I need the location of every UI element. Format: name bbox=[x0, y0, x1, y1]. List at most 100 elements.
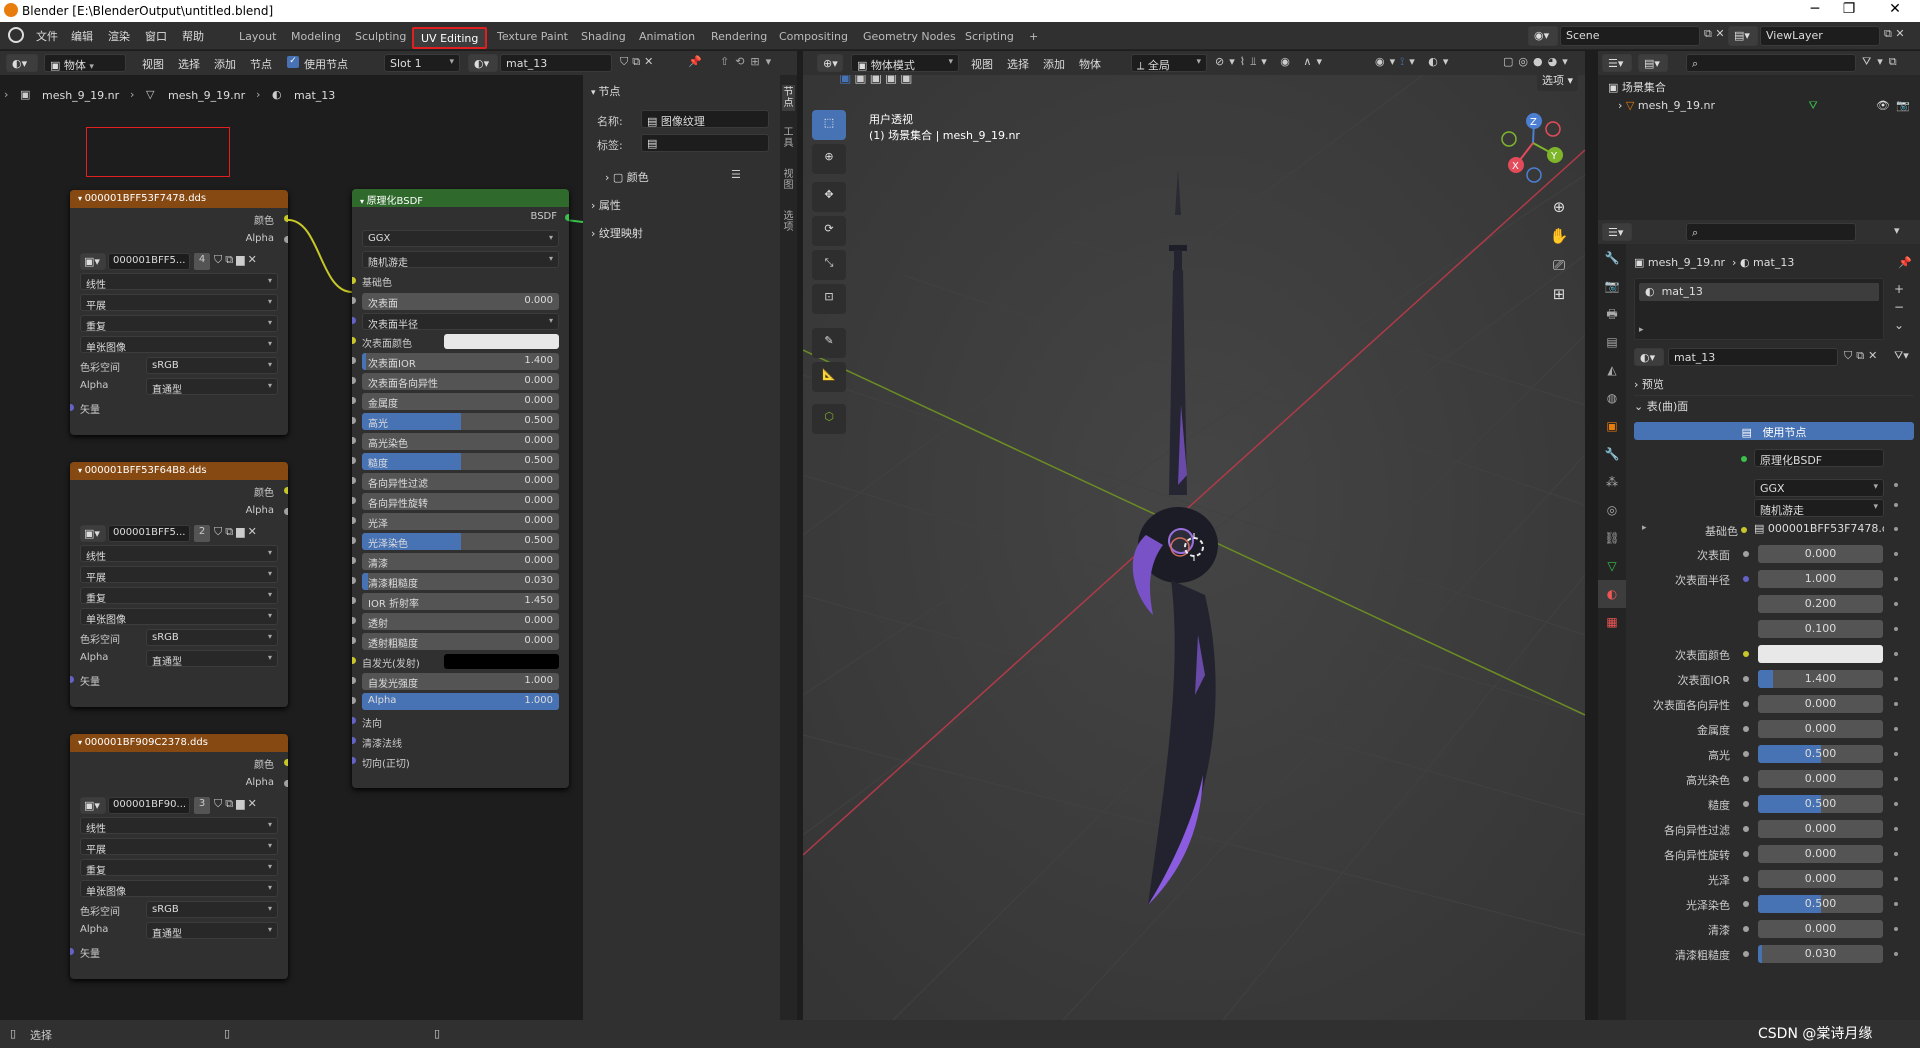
image-node-header[interactable]: ▾ 000001BF909C2378.dds bbox=[70, 734, 288, 752]
workspace-tab-10[interactable]: Scripting bbox=[958, 27, 1021, 49]
bsdf-input-socket[interactable] bbox=[352, 357, 356, 364]
select-box-tool-icon[interactable]: ⬚ bbox=[812, 110, 846, 140]
material-name-field[interactable]: mat_13 bbox=[500, 54, 612, 72]
image-cs-dropdown[interactable]: sRGB ▾ bbox=[146, 629, 278, 646]
workspace-tab-7[interactable]: Rendering bbox=[704, 27, 774, 49]
prop-value-field[interactable]: 0.100 bbox=[1758, 620, 1883, 638]
bsdf-field-13[interactable]: 清漆 0.000 bbox=[362, 553, 559, 570]
image-browse-icon[interactable]: ▣▾ bbox=[80, 797, 106, 814]
prop-value-field[interactable]: 0.200 bbox=[1758, 595, 1883, 613]
workspace-tab-0[interactable]: Layout bbox=[232, 27, 283, 49]
bsdf-input-socket[interactable] bbox=[352, 597, 356, 604]
prop-socket-dot[interactable] bbox=[1743, 651, 1749, 657]
menu-item-3[interactable]: 窗口 bbox=[145, 28, 167, 44]
prop-color-swatch[interactable] bbox=[1758, 645, 1883, 663]
surface-shader-field[interactable]: 原理化BSDF bbox=[1754, 449, 1884, 467]
bsdf-output-socket[interactable] bbox=[565, 214, 569, 221]
image-name-field[interactable]: 000001BF90... bbox=[108, 797, 190, 814]
node-panel-title[interactable]: 节点 bbox=[598, 85, 620, 98]
overlays-icon[interactable]: ◉▾⟟▾ ◐▾ bbox=[1375, 55, 1453, 69]
color-presets-icon[interactable]: ☰ bbox=[731, 168, 741, 181]
viewport-menu-2[interactable]: 添加 bbox=[1043, 56, 1065, 72]
outliner-search-input[interactable]: ⌕ bbox=[1686, 54, 1856, 72]
bsdf-field-10[interactable]: 各向异性旋转 0.000 bbox=[362, 493, 559, 510]
render-tab-icon[interactable]: 📷 bbox=[1598, 272, 1626, 300]
bsdf-color-swatch[interactable] bbox=[444, 334, 559, 349]
new-scene-icon[interactable]: ⧉ ✕ bbox=[1704, 27, 1725, 41]
viewport-scene[interactable]: Z Y X bbox=[803, 75, 1585, 1020]
bsdf-input-socket[interactable] bbox=[352, 337, 356, 344]
add-cube-tool-icon[interactable]: ⬡ bbox=[812, 404, 846, 434]
ortho-grid-icon[interactable]: ⊞ bbox=[1549, 280, 1569, 309]
bsdf-field-17[interactable]: 透射粗糙度 0.000 bbox=[362, 633, 559, 650]
workspace-tab-11[interactable]: + bbox=[1022, 27, 1045, 49]
node-label-field[interactable]: ▤ bbox=[641, 134, 769, 152]
workspace-tab-9[interactable]: Geometry Nodes bbox=[856, 27, 963, 49]
bsdf-field-19[interactable]: 自发光强度 1.000 bbox=[362, 673, 559, 690]
bsdf-field-4[interactable]: 次表面各向异性 0.000 bbox=[362, 373, 559, 390]
workspace-tab-8[interactable]: Compositing bbox=[772, 27, 855, 49]
vector-input-socket[interactable] bbox=[70, 948, 74, 955]
image-proj-dropdown[interactable]: 平展 ▾ bbox=[80, 838, 278, 856]
prop-value-field[interactable]: 0.000 bbox=[1758, 820, 1883, 838]
image-interp-dropdown[interactable]: 线性 ▾ bbox=[80, 817, 278, 835]
color-section[interactable]: › ▢ 颜色 bbox=[605, 169, 649, 185]
image-alpha-dropdown[interactable]: 直通型 ▾ bbox=[146, 378, 278, 396]
bsdf-input-socket[interactable] bbox=[352, 517, 356, 524]
tab-options[interactable]: 选项 bbox=[782, 211, 795, 233]
prop-socket-dot[interactable] bbox=[1743, 801, 1749, 807]
tab-tool[interactable]: 工具 bbox=[782, 127, 795, 149]
material-browse-icon[interactable]: ◐▾ bbox=[468, 54, 498, 72]
node-menu-2[interactable]: 添加 bbox=[214, 56, 236, 72]
bsdf-vector-socket[interactable] bbox=[352, 717, 356, 724]
bsdf-field-7[interactable]: 高光染色 0.000 bbox=[362, 433, 559, 450]
transform-orientation-dropdown[interactable]: ⟂ 全局 ▾ bbox=[1131, 54, 1207, 72]
color-output-socket[interactable] bbox=[284, 487, 288, 494]
image-actions-icon[interactable]: ⛉⧉▆✕ bbox=[214, 525, 260, 539]
bsdf-input-socket[interactable] bbox=[352, 577, 356, 584]
close-icon[interactable]: ✕ bbox=[1880, 1, 1910, 17]
viewport-menu-3[interactable]: 物体 bbox=[1079, 56, 1101, 72]
outliner-filter-icon[interactable]: ⛛▾⧉ bbox=[1862, 55, 1903, 69]
parent-node-tree-icon[interactable]: ⇧⟲⊞▾ bbox=[720, 55, 777, 68]
properties-section[interactable]: › 属性 bbox=[591, 197, 621, 213]
alpha-output-socket[interactable] bbox=[284, 780, 288, 787]
props-material-actions-icon[interactable]: ⛉⧉✕ bbox=[1844, 349, 1881, 363]
viewlayer-selector-icon[interactable]: ▤▾ bbox=[1728, 26, 1758, 46]
image-texture-node[interactable]: ▾ 000001BF909C2378.dds 颜色 Alpha ▣▾ 000001BF9… bbox=[70, 734, 288, 979]
bsdf-input-socket[interactable] bbox=[352, 397, 356, 404]
bsdf-field-12[interactable]: 光泽染色 0.500 bbox=[362, 533, 559, 550]
props-base-color-texture[interactable]: ▤ 000001BFF53F7478.d... bbox=[1754, 522, 1884, 535]
annotate-tool-icon[interactable]: ✎ bbox=[812, 328, 846, 358]
tab-node[interactable]: 节点 bbox=[782, 85, 795, 111]
viewport-menu-1[interactable]: 选择 bbox=[1007, 56, 1029, 72]
bsdf-input-socket[interactable] bbox=[352, 417, 356, 424]
editor-type-icon[interactable]: ◐▾ bbox=[6, 54, 38, 72]
image-cs-dropdown[interactable]: sRGB ▾ bbox=[146, 901, 278, 918]
prop-value-field[interactable]: 0.500 bbox=[1758, 795, 1883, 813]
bsdf-field-9[interactable]: 各向异性过滤 0.000 bbox=[362, 473, 559, 490]
object-mode-select[interactable]: ▣ 物体模式 ▾ bbox=[851, 54, 959, 72]
prop-value-field[interactable]: 0.500 bbox=[1758, 745, 1883, 763]
prop-socket-dot[interactable] bbox=[1743, 826, 1749, 832]
prop-value-field[interactable]: 0.000 bbox=[1758, 845, 1883, 863]
world-tab-icon[interactable]: ◍ bbox=[1598, 384, 1626, 412]
image-src-dropdown[interactable]: 单张图像 ▾ bbox=[80, 336, 278, 354]
pan-hand-icon[interactable]: ✋ bbox=[1549, 222, 1569, 251]
properties-search-input[interactable]: ⌕ bbox=[1686, 223, 1856, 241]
slot-dropdown[interactable]: Slot 1 ▾ bbox=[384, 54, 460, 72]
prop-value-field[interactable]: 0.000 bbox=[1758, 720, 1883, 738]
minimize-icon[interactable]: ─ bbox=[1800, 1, 1830, 17]
props-pin-icon[interactable]: 📌 bbox=[1898, 256, 1912, 269]
props-material-name[interactable]: mat_13 bbox=[1668, 348, 1838, 366]
distribution-dropdown[interactable]: GGX ▾ bbox=[362, 230, 559, 247]
prop-socket-dot[interactable] bbox=[1743, 701, 1749, 707]
bsdf-field-14[interactable]: 清漆粗糙度 0.030 bbox=[362, 573, 559, 590]
prop-value-field[interactable]: 0.000 bbox=[1758, 695, 1883, 713]
menu-item-4[interactable]: 帮助 bbox=[182, 28, 204, 44]
bsdf-field-20[interactable]: Alpha 1.000 bbox=[362, 693, 559, 710]
material-browse-button[interactable]: ◐▾ bbox=[1634, 348, 1664, 366]
image-node-header[interactable]: ▾ 000001BFF53F7478.dds bbox=[70, 190, 288, 208]
bsdf-field-3[interactable]: 次表面IOR 1.400 bbox=[362, 353, 559, 370]
image-ext-dropdown[interactable]: 重复 ▾ bbox=[80, 859, 278, 877]
